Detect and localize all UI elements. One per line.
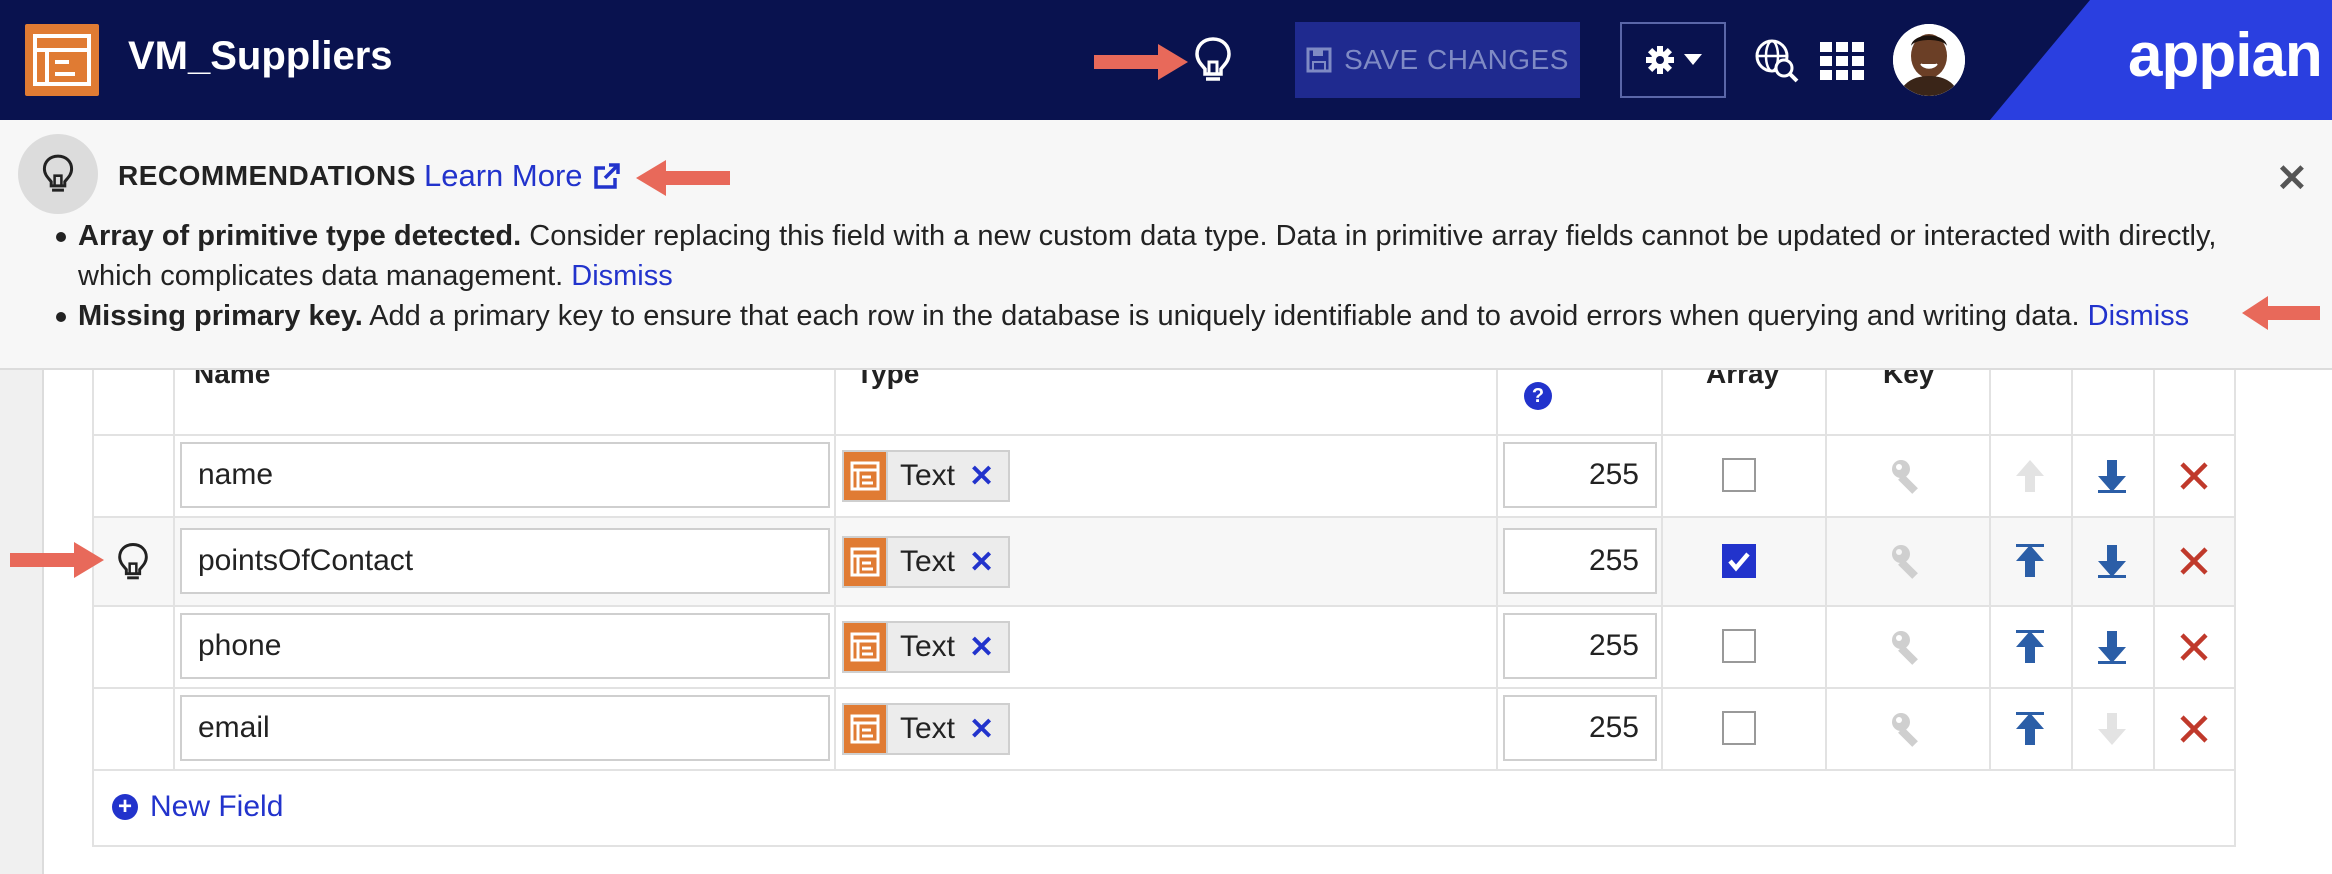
row-recommendation-lightbulb-icon[interactable] (116, 542, 150, 582)
recommendation-text: Add a primary key to ensure that each ro… (362, 300, 2088, 332)
field-length-input[interactable]: 255 (1503, 613, 1657, 679)
checkmark-icon (1728, 552, 1750, 572)
field-type-chip[interactable]: Text ✕ (842, 621, 1011, 673)
column-divider (173, 370, 175, 770)
column-divider (1496, 370, 1498, 770)
column-divider (1661, 370, 1663, 770)
external-link-icon (593, 163, 620, 189)
row-divider (92, 845, 2236, 847)
annotation-arrow-icon (1094, 44, 1188, 80)
column-divider (1989, 370, 1991, 770)
user-avatar[interactable] (1893, 24, 1965, 96)
move-up-arrow-icon[interactable] (2010, 541, 2050, 581)
primary-key-icon[interactable] (1888, 709, 1928, 749)
data-type-icon (844, 623, 888, 671)
remove-type-icon[interactable]: ✕ (969, 545, 1008, 580)
column-divider (1825, 370, 1827, 770)
recommendations-lightbulb-icon[interactable] (1193, 36, 1233, 84)
move-up-arrow-icon (2016, 460, 2044, 492)
field-type-label: Text (900, 630, 956, 663)
globe-search-icon[interactable] (1754, 38, 1800, 84)
field-type-chip[interactable]: Text ✕ (842, 450, 1011, 502)
close-banner-icon[interactable]: ✕ (2276, 156, 2308, 201)
row-divider (92, 434, 2236, 436)
app-header: VM_Suppliers SAVE CHANGES appian (0, 0, 2332, 120)
array-checkbox[interactable] (1722, 544, 1756, 578)
field-type-chip[interactable]: Text ✕ (842, 536, 1011, 588)
data-type-icon (844, 452, 888, 500)
annotation-arrow-icon (2242, 296, 2320, 330)
move-up-arrow-icon[interactable] (2010, 627, 2050, 667)
plus-circle-icon: + (112, 794, 138, 820)
primary-key-icon[interactable] (1888, 627, 1928, 667)
field-length-input[interactable]: 255 (1503, 695, 1657, 761)
banner-lightbulb-icon (18, 134, 98, 214)
move-down-arrow-icon[interactable] (2092, 456, 2132, 496)
help-icon[interactable]: ? (1524, 382, 1552, 410)
row-divider (92, 769, 2236, 771)
recommendations-title: RECOMMENDATIONS (118, 160, 416, 191)
delete-field-icon[interactable] (2174, 627, 2214, 667)
column-divider (2153, 370, 2155, 770)
column-divider (2071, 370, 2073, 770)
field-name-input[interactable]: pointsOfContact (180, 528, 830, 594)
page-title: VM_Suppliers (128, 34, 393, 78)
dismiss-link[interactable]: Dismiss (571, 260, 673, 292)
delete-field-icon[interactable] (2174, 541, 2214, 581)
field-length-input[interactable]: 255 (1503, 442, 1657, 508)
recommendation-title: Missing primary key. (78, 300, 363, 332)
new-field-button[interactable]: + New Field (112, 790, 283, 824)
appian-logo: appian (2128, 21, 2323, 90)
learn-more-link[interactable]: Learn More (424, 158, 621, 194)
field-type-label: Text (900, 712, 956, 745)
column-divider (834, 370, 836, 770)
annotation-arrow-icon (10, 542, 104, 578)
row-divider (92, 516, 2236, 518)
dismiss-link[interactable]: Dismiss (2088, 300, 2190, 332)
column-divider (92, 370, 94, 846)
move-down-arrow-icon[interactable] (2092, 627, 2132, 667)
save-icon (1306, 47, 1332, 73)
recommendation-item: Missing primary key. Add a primary key t… (52, 296, 2292, 336)
array-checkbox[interactable] (1722, 711, 1756, 745)
move-down-arrow-icon[interactable] (2092, 541, 2132, 581)
delete-field-icon[interactable] (2174, 709, 2214, 749)
field-name-input[interactable]: name (180, 442, 830, 508)
recommendations-banner: RECOMMENDATIONS Learn More ✕ Array of pr… (0, 120, 2332, 370)
field-type-label: Text (900, 545, 956, 578)
row-divider (92, 605, 2236, 607)
remove-type-icon[interactable]: ✕ (969, 712, 1008, 747)
app-launcher-grid-icon[interactable] (1820, 42, 1864, 80)
save-changes-label: SAVE CHANGES (1344, 44, 1569, 75)
move-up-arrow-icon[interactable] (2010, 709, 2050, 749)
field-length-input[interactable]: 255 (1503, 528, 1657, 594)
primary-key-icon[interactable] (1888, 456, 1928, 496)
gear-icon (1646, 46, 1674, 74)
chevron-down-icon (1684, 54, 1702, 65)
column-divider (2234, 370, 2236, 846)
learn-more-label: Learn More (424, 158, 583, 193)
data-type-icon (844, 538, 888, 586)
array-checkbox[interactable] (1722, 629, 1756, 663)
annotation-arrow-icon (636, 160, 730, 196)
data-type-icon (844, 705, 888, 753)
delete-field-icon[interactable] (2174, 456, 2214, 496)
array-checkbox[interactable] (1722, 458, 1756, 492)
field-type-chip[interactable]: Text ✕ (842, 703, 1011, 755)
field-name-input[interactable]: email (180, 695, 830, 761)
recommendation-item: Array of primitive type detected. Consid… (52, 216, 2292, 296)
move-down-arrow-icon (2098, 713, 2126, 745)
data-type-app-icon (25, 24, 99, 96)
remove-type-icon[interactable]: ✕ (969, 459, 1008, 494)
recommendations-list: Array of primitive type detected. Consid… (52, 216, 2292, 336)
primary-key-icon[interactable] (1888, 541, 1928, 581)
remove-type-icon[interactable]: ✕ (969, 630, 1008, 665)
save-changes-button[interactable]: SAVE CHANGES (1295, 22, 1580, 98)
field-name-input[interactable]: phone (180, 613, 830, 679)
row-divider (92, 687, 2236, 689)
settings-menu-button[interactable] (1620, 22, 1726, 98)
recommendation-title: Array of primitive type detected. (78, 220, 522, 252)
new-field-label: New Field (150, 790, 284, 823)
field-type-label: Text (900, 459, 956, 492)
